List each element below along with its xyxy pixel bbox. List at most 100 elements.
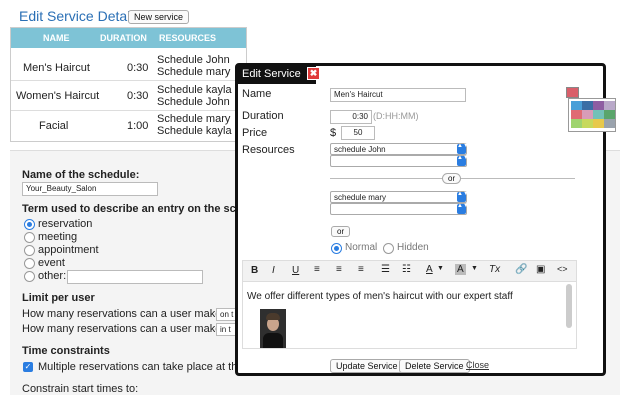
table-header: NAME DURATION RESOURCES: [11, 28, 246, 48]
numbered-list-icon[interactable]: ☷: [402, 264, 411, 275]
name-label: Name: [242, 88, 272, 100]
bold-button[interactable]: B: [251, 265, 258, 276]
multiple-reservations-label: Multiple reservations can take place at …: [38, 361, 244, 373]
image-icon[interactable]: ▣: [536, 264, 545, 275]
shoulders-shape: [263, 333, 283, 348]
italic-button[interactable]: I: [272, 265, 275, 276]
row-name: Facial: [39, 120, 69, 132]
limit-question-2: How many reservations can a user make: [22, 323, 222, 335]
delete-service-button[interactable]: Delete Service: [399, 359, 470, 373]
chevron-updown-icon: ▲▼: [457, 143, 469, 154]
color-swatch[interactable]: [604, 101, 615, 110]
color-swatch[interactable]: [604, 119, 615, 128]
description-text: We offer different types of men's haircu…: [247, 291, 513, 302]
term-radio-meeting[interactable]: [24, 232, 35, 243]
visibility-hidden-label: Hidden: [397, 242, 429, 253]
row-duration: 0:30: [127, 62, 149, 74]
resource-select-value: schedule mary: [334, 193, 387, 202]
bg-color-icon[interactable]: A: [455, 264, 466, 275]
currency-symbol: $: [330, 127, 337, 139]
hair-shape: [266, 313, 280, 320]
duration-hint: (D:HH:MM): [373, 111, 419, 121]
color-palette: [568, 98, 616, 132]
term-other-input[interactable]: [67, 270, 203, 284]
services-table: NAME DURATION RESOURCES Men's Haircut 0:…: [10, 27, 247, 142]
price-input[interactable]: 50: [341, 126, 375, 140]
color-swatch[interactable]: [571, 101, 582, 110]
term-option-label: meeting: [38, 231, 78, 243]
term-radio-reservation[interactable]: [24, 219, 35, 230]
header-name: NAME: [43, 33, 70, 43]
code-icon[interactable]: <>: [557, 264, 568, 274]
header-resources: RESOURCES: [159, 33, 217, 43]
page-title: Edit Service Details: [19, 8, 141, 24]
term-option-label: other:: [38, 270, 67, 282]
resource-select-value: schedule John: [334, 145, 386, 154]
resource-select-2b[interactable]: ▲▼: [330, 203, 469, 215]
row-resource: Schedule mary: [157, 113, 231, 125]
constrain-label: Constrain start times to:: [22, 383, 139, 395]
term-radio-event[interactable]: [24, 258, 35, 269]
row-name: Women's Haircut: [16, 90, 100, 102]
dialog-title: Edit Service: [238, 66, 316, 84]
chevron-down-icon[interactable]: ▼: [437, 265, 444, 272]
term-radio-appointment[interactable]: [24, 245, 35, 256]
visibility-normal-label: Normal: [345, 242, 378, 253]
time-constraints-label: Time constraints: [22, 345, 110, 357]
chevron-down-icon[interactable]: ▼: [471, 265, 478, 272]
visibility-hidden-radio[interactable]: [383, 243, 394, 254]
resources-label: Resources: [242, 144, 295, 156]
term-radio-other[interactable]: [24, 271, 35, 282]
row-duration: 0:30: [127, 90, 149, 102]
dialog-title-text: Edit Service: [242, 68, 301, 80]
color-swatch[interactable]: [593, 101, 604, 110]
bullet-list-icon[interactable]: ☰: [381, 264, 390, 275]
resource-select-1b[interactable]: ▲▼: [330, 155, 469, 167]
row-resource: Schedule kayla: [157, 84, 232, 96]
color-swatch[interactable]: [582, 110, 593, 119]
clear-format-icon[interactable]: Tx: [489, 264, 500, 275]
color-swatch[interactable]: [593, 110, 604, 119]
or-separator: or: [442, 173, 462, 184]
term-option-label: event: [38, 257, 65, 269]
row-duration: 1:00: [127, 120, 149, 132]
color-swatch[interactable]: [571, 110, 582, 119]
color-swatch[interactable]: [593, 119, 604, 128]
color-swatch[interactable]: [582, 101, 593, 110]
align-center-icon[interactable]: ≡: [336, 264, 342, 275]
align-left-icon[interactable]: ≡: [314, 264, 320, 275]
color-swatch[interactable]: [571, 119, 582, 128]
schedule-name-input[interactable]: Your_Beauty_Salon: [22, 182, 158, 196]
resource-select-1[interactable]: schedule John ▲▼: [330, 143, 469, 155]
term-label: Term used to describe an entry on the sc…: [22, 203, 272, 215]
update-service-button[interactable]: Update Service: [330, 359, 404, 373]
editor-scrollbar[interactable]: [566, 284, 572, 328]
multiple-reservations-checkbox[interactable]: ✓: [23, 362, 33, 372]
resource-select-2[interactable]: schedule mary ▲▼: [330, 191, 469, 203]
font-color-icon[interactable]: A: [426, 264, 433, 275]
color-swatch[interactable]: [604, 110, 615, 119]
term-option-label: reservation: [38, 218, 93, 230]
limit-question-1: How many reservations can a user make: [22, 308, 222, 320]
link-icon[interactable]: 🔗: [515, 264, 527, 275]
color-swatch[interactable]: [582, 119, 593, 128]
new-service-button[interactable]: New service: [128, 10, 190, 24]
schedule-name-label: Name of the schedule:: [22, 169, 140, 181]
color-swatch-button[interactable]: [566, 87, 579, 98]
term-option-label: appointment: [38, 244, 99, 256]
close-icon[interactable]: ✖: [307, 67, 320, 80]
duration-input[interactable]: 0:30: [330, 110, 372, 124]
service-name-input[interactable]: Men's Haircut: [330, 88, 466, 102]
or-add-button[interactable]: or: [331, 226, 351, 237]
chevron-updown-icon: ▲▼: [457, 203, 469, 214]
close-link[interactable]: Close: [466, 360, 489, 370]
duration-label: Duration: [242, 110, 284, 122]
align-right-icon[interactable]: ≡: [358, 264, 364, 275]
row-resource: Schedule John: [157, 54, 230, 66]
header-duration: DURATION: [100, 33, 147, 43]
underline-button[interactable]: U: [292, 265, 299, 276]
editor-toolbar: B I U ≡ ≡ ≡ ☰ ☷ A ▼ A ▼ Tx 🔗 ▣ <>: [242, 260, 577, 282]
description-editor[interactable]: We offer different types of men's haircu…: [242, 281, 577, 349]
visibility-normal-radio[interactable]: [331, 243, 342, 254]
row-resource: Schedule mary: [157, 66, 231, 78]
